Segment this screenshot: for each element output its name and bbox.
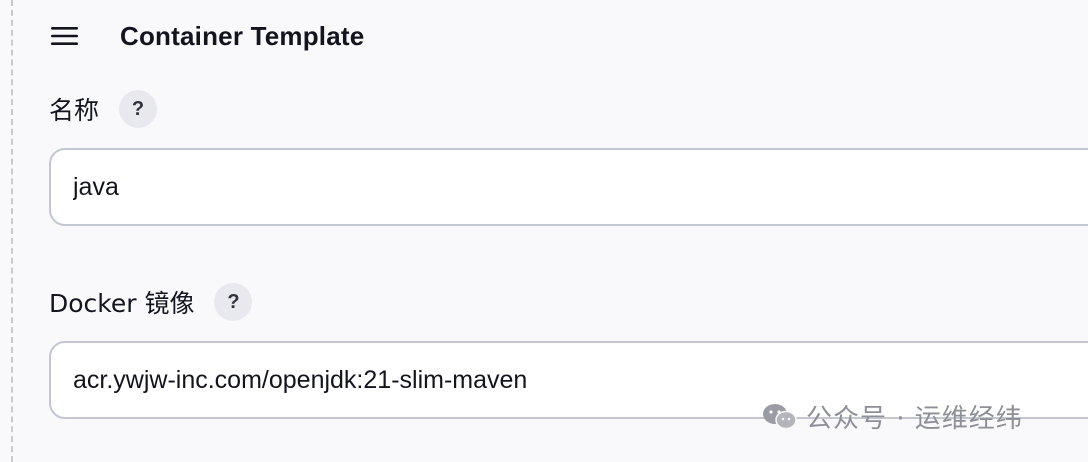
watermark-text: 公众号 · 运维经纬	[806, 404, 1023, 434]
wechat-icon	[763, 403, 797, 429]
name-input[interactable]	[49, 148, 1088, 226]
container-template-panel: Container Template 名称 ? Docker 镜像 ?	[14, 0, 1088, 462]
docker-image-help-button[interactable]: ?	[214, 283, 253, 321]
name-label: 名称	[49, 96, 100, 125]
docker-image-label-row: Docker 镜像 ?	[49, 283, 253, 321]
section-header: Container Template	[50, 14, 364, 58]
section-title: Container Template	[120, 20, 365, 51]
hamburger-menu-icon[interactable]	[50, 25, 80, 47]
watermark: 公众号 · 运维经纬	[762, 398, 1023, 435]
name-label-row: 名称 ?	[49, 90, 158, 128]
docker-image-label: Docker 镜像	[49, 289, 195, 318]
dashed-divider	[11, 0, 13, 462]
name-help-button[interactable]: ?	[119, 90, 158, 128]
page: Container Template 名称 ? Docker 镜像 ? 公众号 …	[0, 0, 1088, 462]
